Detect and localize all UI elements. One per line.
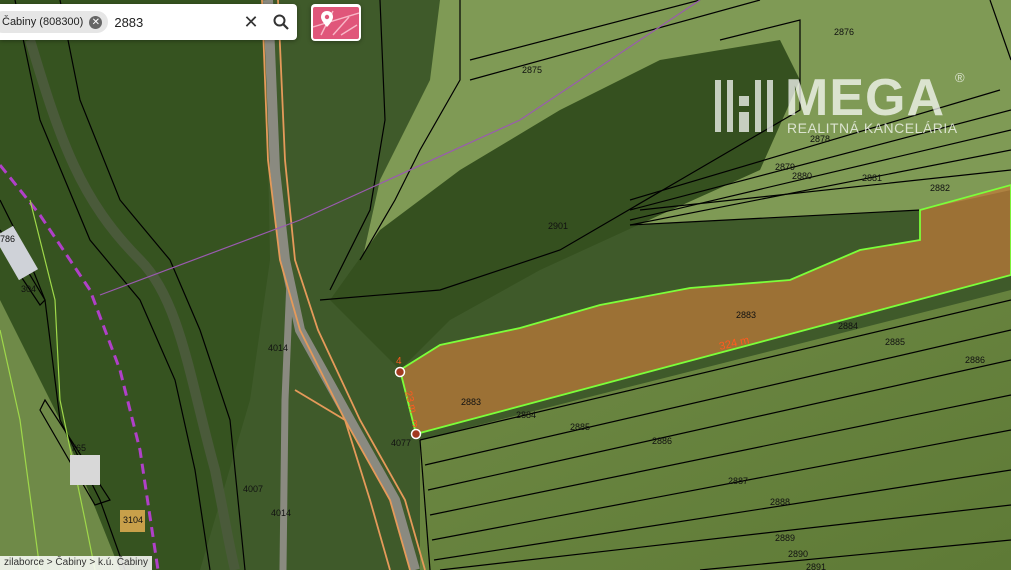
parcel-label: 765 — [71, 443, 86, 453]
location-chip[interactable]: Čabiny (808300) ✕ — [0, 11, 109, 33]
parcel-label: 2901 — [548, 221, 568, 231]
parcel-label: 2876 — [834, 27, 854, 37]
search-icon — [273, 14, 289, 30]
parcel-label: 2883 — [461, 397, 481, 407]
parcel-label: 4007 — [243, 484, 263, 494]
parcel-label: 2891 — [806, 562, 826, 570]
watermark-subtitle: REALITNÁ KANCELÁRIA — [787, 120, 958, 136]
parcel-label: 2887 — [728, 476, 748, 486]
location-chip-label: Čabiny (808300) — [2, 16, 84, 28]
parcel-label: 2881 — [862, 173, 882, 183]
watermark-registered: ® — [955, 70, 965, 85]
parcel-label: 2883 — [736, 310, 756, 320]
parcel-label: 2884 — [516, 410, 536, 420]
watermark-logo: MEGA ® REALITNÁ KANCELÁRIA — [715, 69, 975, 140]
parcel-label: 786 — [0, 234, 15, 244]
parcel-label: 2875 — [522, 65, 542, 75]
search-box: Čabiny (808300) ✕ 2883 ✕ — [0, 4, 297, 40]
search-input[interactable]: 2883 — [114, 15, 237, 30]
clear-button[interactable]: ✕ — [237, 12, 265, 33]
parcel-label: 4077 — [391, 438, 411, 448]
map-layer-button[interactable] — [311, 4, 361, 41]
mega-logo-icon — [715, 80, 773, 132]
parcel-label: 2889 — [775, 533, 795, 543]
search-button[interactable] — [265, 14, 297, 30]
parcel-label: 4014 — [268, 343, 288, 353]
parcel-label: 2890 — [788, 549, 808, 559]
parcel-label: 2886 — [652, 436, 672, 446]
parcel-label: 2888 — [770, 497, 790, 507]
chip-remove-icon[interactable]: ✕ — [89, 15, 103, 29]
vertex-3[interactable] — [410, 428, 422, 440]
breadcrumb: zilaborce > Čabiny > k.ú. Čabiny — [0, 556, 152, 570]
parcel-label: 2885 — [885, 337, 905, 347]
parcel-label: 3104 — [123, 515, 143, 525]
parcel-label: 304 — [21, 284, 36, 294]
parcel-label: 2880 — [792, 171, 812, 181]
close-icon: ✕ — [243, 11, 259, 32]
parcel-label: 4014 — [271, 508, 291, 518]
vertex-4[interactable] — [394, 366, 406, 378]
building — [70, 455, 100, 485]
vertex-label-4: 4 — [396, 356, 402, 367]
parcel-label: 2882 — [930, 183, 950, 193]
vertex-label-3: 3 — [412, 419, 418, 430]
parcel-label: 2884 — [838, 321, 858, 331]
map-pin-layer-icon — [313, 6, 359, 39]
parcel-label: 2885 — [570, 422, 590, 432]
watermark-name: MEGA — [785, 69, 945, 127]
parcel-label: 2886 — [965, 355, 985, 365]
